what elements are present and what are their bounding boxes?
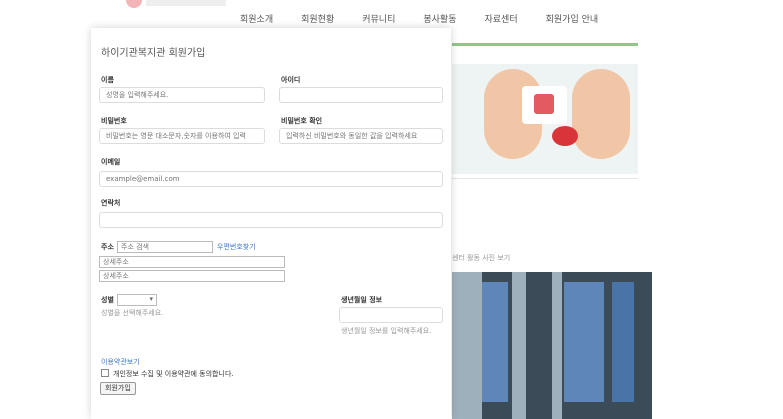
birth-input[interactable] (339, 307, 443, 323)
modal-title: 하이기관복지관 회원가입 (101, 48, 206, 59)
password-confirm-input[interactable] (279, 128, 443, 144)
password-input[interactable] (99, 128, 265, 144)
zipcode-search-link[interactable]: 우편번호찾기 (217, 242, 256, 252)
nav-item-volunteer[interactable]: 봉사활동 (423, 10, 456, 27)
address-label: 주소 (101, 243, 114, 251)
accent-divider (452, 43, 638, 46)
address-search-input[interactable] (117, 241, 213, 253)
site-logo-text (146, 0, 226, 6)
phone-label: 연락처 (101, 199, 121, 207)
heart-icon (552, 126, 578, 146)
nav-item-about[interactable]: 회원소개 (240, 10, 273, 27)
email-label: 이메일 (101, 158, 121, 166)
nav-item-community[interactable]: 커뮤니티 (362, 10, 395, 27)
site-logo-icon[interactable] (126, 0, 142, 8)
nav-item-resources[interactable]: 자료센터 (485, 10, 518, 27)
password-label: 비밀번호 (101, 117, 127, 125)
terms-link[interactable]: 이용약관보기 (101, 357, 140, 367)
agree-text: 개인정보 수집 및 이용약관에 동의합니다. (113, 370, 234, 378)
main-nav: 회원소개 회원현황 커뮤니티 봉사활동 자료센터 회원가입 안내 (240, 10, 626, 27)
nav-item-join-guide[interactable]: 회원가입 안내 (546, 10, 599, 27)
phone-input[interactable] (99, 212, 443, 228)
hero-image (452, 64, 638, 174)
building-photo (452, 272, 652, 419)
birth-label: 생년월일 정보 (341, 296, 383, 304)
email-input[interactable] (99, 171, 443, 187)
gender-help: 성별을 선택해주세요. (101, 309, 164, 317)
id-label: 아이디 (281, 76, 301, 84)
submit-button[interactable]: 회원가입 (100, 382, 136, 395)
id-input[interactable] (279, 87, 443, 103)
signup-modal: 하이기관복지관 회원가입 이름 아이디 비밀번호 비밀번호 확인 이메일 연락처… (91, 28, 451, 419)
name-input[interactable] (99, 87, 265, 103)
name-label: 이름 (101, 76, 114, 84)
gender-label: 성별 (101, 296, 114, 304)
password-confirm-label: 비밀번호 확인 (281, 117, 323, 125)
agree-checkbox[interactable] (101, 369, 109, 377)
gender-select[interactable] (117, 294, 157, 306)
divider (452, 178, 638, 179)
address-detail-input-1[interactable] (99, 256, 285, 268)
side-caption[interactable]: 센터 활동 사진 보기 (452, 253, 510, 263)
nav-item-status[interactable]: 회원현황 (301, 10, 334, 27)
address-detail-input-2[interactable] (99, 270, 285, 282)
birth-help: 생년월일 정보를 입력해주세요. (341, 327, 432, 335)
